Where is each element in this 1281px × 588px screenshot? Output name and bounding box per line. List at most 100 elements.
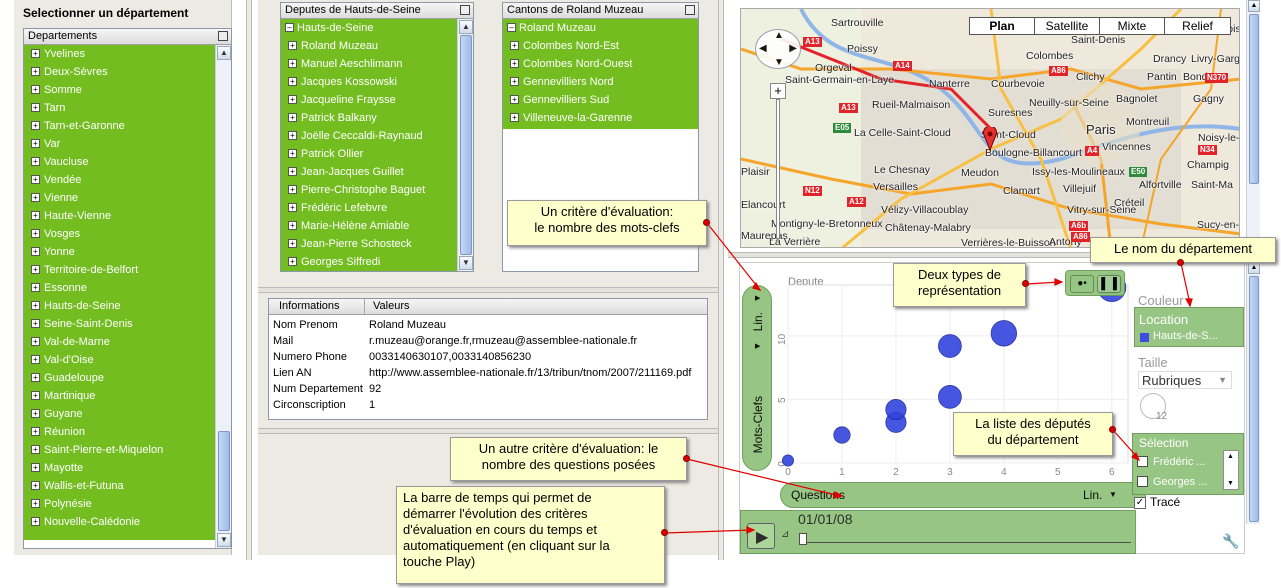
expand-icon[interactable]: + <box>288 185 297 194</box>
department-list-scrollbar[interactable]: ▲ ▼ <box>215 45 231 548</box>
selection-scrollbar[interactable]: ▲ ▼ <box>1223 450 1239 490</box>
splitter-middle-top[interactable] <box>258 287 718 293</box>
scroll-thumb[interactable] <box>460 35 472 255</box>
location-marker-icon[interactable] <box>983 125 997 152</box>
expand-icon[interactable]: + <box>31 67 40 76</box>
list-item[interactable]: + Colombes Nord-Est <box>503 37 698 55</box>
list-item[interactable]: + Patrick Ollier <box>281 145 457 163</box>
scroll-up-icon[interactable]: ▲ <box>1248 0 1260 12</box>
column-menu-icon[interactable] <box>685 5 695 15</box>
list-item[interactable]: + Frédéric Lefebvre <box>281 199 457 217</box>
selection-checkbox[interactable] <box>1137 476 1148 487</box>
expand-icon[interactable]: + <box>288 257 297 266</box>
expand-icon[interactable]: + <box>31 499 40 508</box>
pan-left-icon[interactable]: ◀ <box>759 43 767 54</box>
scroll-up-icon[interactable]: ▲ <box>1227 453 1234 460</box>
list-item[interactable]: + Essonne <box>24 279 215 297</box>
list-item[interactable]: + Hauts-de-Seine <box>24 297 215 315</box>
expand-icon[interactable]: + <box>31 373 40 382</box>
list-item[interactable]: + Tarn-et-Garonne <box>24 117 215 135</box>
list-item[interactable]: + Colombes Nord-Ouest <box>503 55 698 73</box>
expand-icon[interactable]: + <box>288 167 297 176</box>
expand-icon[interactable]: + <box>288 95 297 104</box>
list-item[interactable]: + Joëlle Ceccaldi-Raynaud <box>281 127 457 145</box>
list-item[interactable]: + Patrick Balkany <box>281 109 457 127</box>
expand-icon[interactable]: + <box>510 41 519 50</box>
expand-icon[interactable]: + <box>288 131 297 140</box>
expand-icon[interactable]: + <box>31 319 40 328</box>
expand-icon[interactable]: + <box>31 265 40 274</box>
list-item[interactable]: + Nouvelle-Calédonie <box>24 513 215 531</box>
expand-icon[interactable]: + <box>288 203 297 212</box>
expand-icon[interactable]: + <box>31 427 40 436</box>
map-type-plan[interactable]: Plan <box>969 17 1035 35</box>
list-item[interactable]: + Polynésie <box>24 495 215 513</box>
list-item[interactable]: + Seine-Saint-Denis <box>24 315 215 333</box>
chevron-down-icon[interactable]: ▼ <box>1218 375 1227 385</box>
list-item[interactable]: + Jacqueline Fraysse <box>281 91 457 109</box>
deputes-list-header[interactable]: Deputes de Hauts-de-Seine <box>281 3 473 19</box>
y-axis-label[interactable]: Mots-Clefs <box>751 396 765 453</box>
expand-icon[interactable]: + <box>288 77 297 86</box>
collapse-icon[interactable]: – <box>285 23 294 32</box>
list-item[interactable]: + Gennevilliers Nord <box>503 73 698 91</box>
list-item[interactable]: + Réunion <box>24 423 215 441</box>
data-bubble[interactable] <box>938 334 962 358</box>
selection-checkbox[interactable] <box>1137 456 1148 467</box>
selection-box[interactable]: Sélection Frédéric ... Georges ... ▲ ▼ <box>1132 433 1244 495</box>
scroll-down-icon[interactable]: ▼ <box>1227 480 1234 487</box>
expand-icon[interactable]: + <box>31 49 40 58</box>
expand-icon[interactable]: + <box>31 409 40 418</box>
expand-icon[interactable]: + <box>31 211 40 220</box>
list-item[interactable]: + Jean-Jacques Guillet <box>281 163 457 181</box>
taille-select[interactable]: Rubriques ▼ <box>1138 371 1232 389</box>
map-pan-control[interactable]: ▲ ◀ ▶ ▼ <box>755 29 801 69</box>
tree-root[interactable]: – Roland Muzeau <box>503 19 698 37</box>
expand-icon[interactable]: + <box>31 445 40 454</box>
expand-icon[interactable]: + <box>288 221 297 230</box>
selection-item[interactable]: Frédéric ... <box>1137 452 1221 472</box>
list-item[interactable]: + Haute-Vienne <box>24 207 215 225</box>
couleur-selector[interactable]: Location Hauts-de-S... <box>1134 307 1244 347</box>
list-item[interactable]: + Vosges <box>24 225 215 243</box>
list-item[interactable]: + Vendée <box>24 171 215 189</box>
map-scrollbar[interactable]: ▲ <box>1246 0 1260 250</box>
expand-icon[interactable]: + <box>31 229 40 238</box>
scroll-down-icon[interactable]: ▼ <box>217 533 231 547</box>
expand-icon[interactable]: + <box>31 103 40 112</box>
list-item[interactable]: + Somme <box>24 81 215 99</box>
list-item[interactable]: + Mayotte <box>24 459 215 477</box>
list-item[interactable]: + Jacques Kossowski <box>281 73 457 91</box>
y-axis-dropdown-icon[interactable]: ▶ <box>755 342 760 350</box>
scroll-thumb[interactable] <box>1249 14 1259 184</box>
map-type-relief[interactable]: Relief <box>1164 17 1231 35</box>
list-item[interactable]: + Pierre-Christophe Baguet <box>281 181 457 199</box>
scroll-thumb[interactable] <box>218 431 230 531</box>
splitter-right[interactable] <box>718 0 724 560</box>
list-item[interactable]: + Var <box>24 135 215 153</box>
expand-icon[interactable]: + <box>31 85 40 94</box>
list-item[interactable]: + Yonne <box>24 243 215 261</box>
department-list-header[interactable]: Departements <box>24 29 231 45</box>
list-item[interactable]: + Vienne <box>24 189 215 207</box>
department-list[interactable]: Departements + Yvelines + Deux-Sèvres + Somme… <box>23 28 232 549</box>
chart-scrollbar[interactable]: ▲ <box>1246 262 1260 524</box>
expand-icon[interactable]: + <box>288 41 297 50</box>
play-button[interactable]: ▶ <box>747 523 775 549</box>
scroll-up-icon[interactable]: ▲ <box>217 46 231 60</box>
couleur-value[interactable]: Location <box>1139 312 1188 327</box>
column-menu-icon[interactable] <box>460 5 470 15</box>
expand-icon[interactable]: + <box>31 193 40 202</box>
scroll-down-icon[interactable]: ▼ <box>459 256 473 270</box>
list-item[interactable]: + Roland Muzeau <box>281 37 457 55</box>
expand-icon[interactable]: + <box>31 517 40 526</box>
trace-checkbox[interactable]: ✓ <box>1134 497 1146 509</box>
pan-right-icon[interactable]: ▶ <box>789 43 797 54</box>
y-scale-label[interactable]: Lin. <box>751 312 765 331</box>
list-item[interactable]: + Yvelines <box>24 45 215 63</box>
expand-icon[interactable]: + <box>31 283 40 292</box>
y-axis-selector[interactable]: Lin. ▶ ▶ Mots-Clefs <box>742 285 772 471</box>
list-item[interactable]: + Val-de-Marne <box>24 333 215 351</box>
list-item[interactable]: + Guyane <box>24 405 215 423</box>
zoom-track[interactable] <box>776 99 780 239</box>
